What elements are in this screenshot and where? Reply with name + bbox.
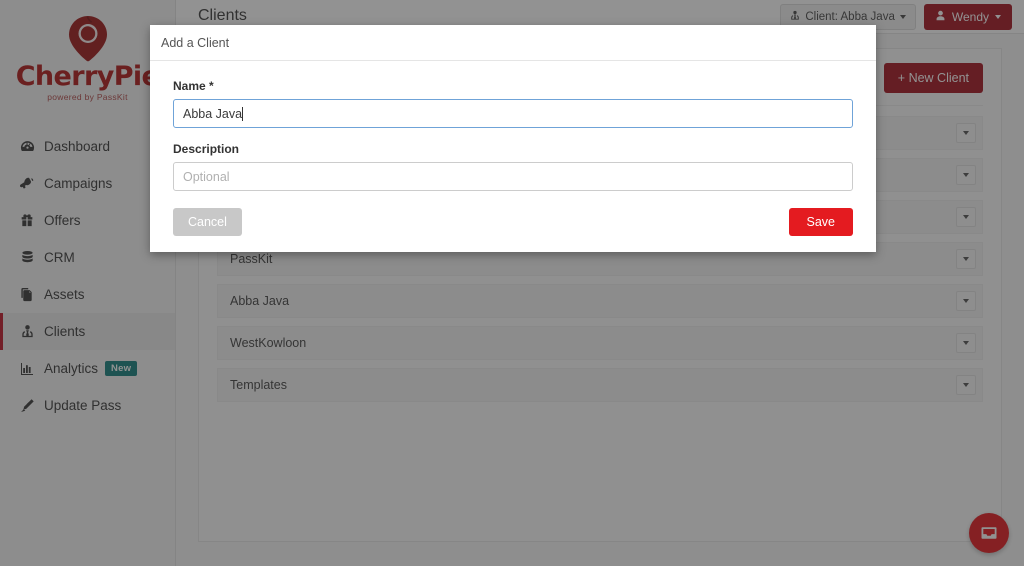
name-field-label: Name * xyxy=(173,79,214,93)
add-client-modal: Add a Client Name * Abba Java Descriptio… xyxy=(150,25,876,252)
cancel-button[interactable]: Cancel xyxy=(173,208,242,236)
name-input[interactable]: Abba Java xyxy=(173,99,853,128)
save-button[interactable]: Save xyxy=(788,208,853,236)
text-caret xyxy=(242,106,244,121)
modal-title: Add a Client xyxy=(161,35,230,50)
description-field-label: Description xyxy=(173,142,240,156)
name-field-group: Name * Abba Java xyxy=(173,79,853,128)
app-root: CherryPie powered by PassKit Dashboard C… xyxy=(0,0,1024,566)
name-input-value: Abba Java xyxy=(183,106,243,121)
description-input-placeholder: Optional xyxy=(183,169,230,184)
description-field-group: Description Optional xyxy=(173,142,853,191)
description-input[interactable]: Optional xyxy=(173,162,853,191)
modal-actions: Cancel Save xyxy=(173,208,853,236)
modal-header: Add a Client xyxy=(150,25,876,61)
modal-body: Name * Abba Java Description Optional Ca… xyxy=(150,61,876,252)
